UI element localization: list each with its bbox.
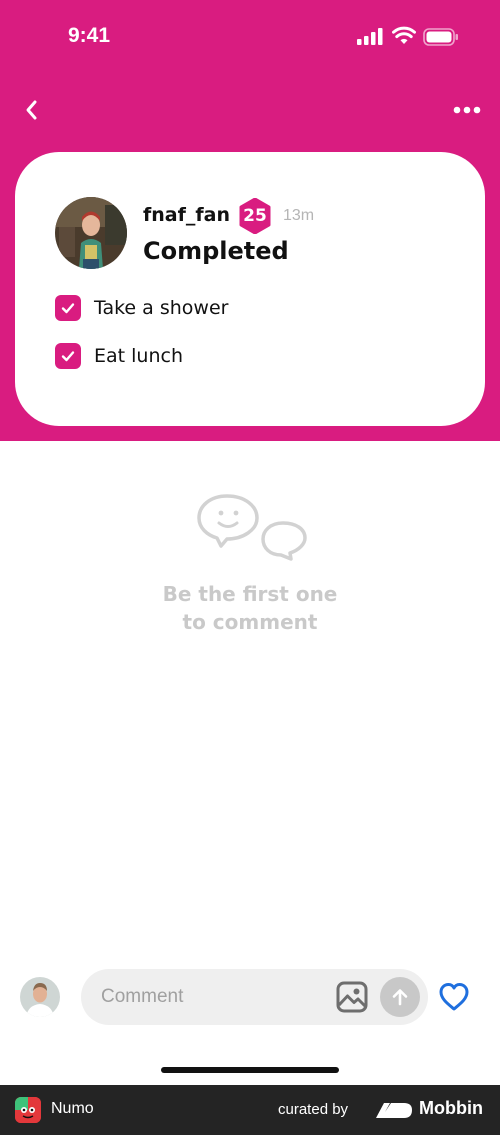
- image-attach-icon[interactable]: [335, 980, 369, 1014]
- task-item: Take a shower: [55, 294, 228, 322]
- back-chevron-icon[interactable]: [20, 98, 44, 122]
- checkbox-checked-icon: [55, 343, 81, 369]
- arrow-up-icon: [392, 989, 408, 1006]
- empty-comments-message: Be the first one to comment: [100, 580, 400, 636]
- wifi-icon: [392, 26, 416, 44]
- more-options-icon[interactable]: [452, 104, 482, 116]
- comment-composer: [81, 969, 428, 1025]
- app-name: Numo: [51, 1100, 94, 1117]
- post-time: 13m: [283, 207, 315, 224]
- author-username[interactable]: fnaf_fan: [143, 204, 230, 226]
- current-user-avatar[interactable]: [20, 977, 60, 1017]
- status-bar: 9:41: [0, 0, 500, 74]
- footer-bar: Numo curated by Mobbin: [0, 1085, 500, 1135]
- brand-name: Mobbin: [419, 1098, 483, 1118]
- task-item: Eat lunch: [55, 342, 183, 370]
- author-avatar[interactable]: [55, 197, 127, 269]
- checkbox-checked-icon: [55, 295, 81, 321]
- signal-icon: [357, 28, 383, 45]
- heart-icon[interactable]: [438, 981, 470, 1013]
- chat-bubbles-icon: [197, 494, 307, 561]
- curated-by-label: curated by: [278, 1101, 349, 1118]
- post-status: Completed: [143, 237, 289, 265]
- comment-input[interactable]: [101, 969, 321, 1025]
- level-badge: 25: [243, 206, 267, 226]
- send-button[interactable]: [380, 977, 420, 1017]
- empty-comments-line: to comment: [182, 610, 318, 634]
- task-label: Take a shower: [94, 297, 229, 319]
- post-card: fnaf_fan 25 13m Completed Take a shower …: [15, 152, 485, 426]
- home-indicator: [161, 1067, 339, 1073]
- task-label: Eat lunch: [94, 345, 183, 367]
- mobbin-logo-icon: [376, 1103, 412, 1118]
- empty-comments-line: Be the first one: [162, 582, 338, 606]
- app-logo-icon: [15, 1097, 41, 1123]
- battery-icon: [423, 28, 458, 46]
- status-time: 9:41: [68, 24, 111, 47]
